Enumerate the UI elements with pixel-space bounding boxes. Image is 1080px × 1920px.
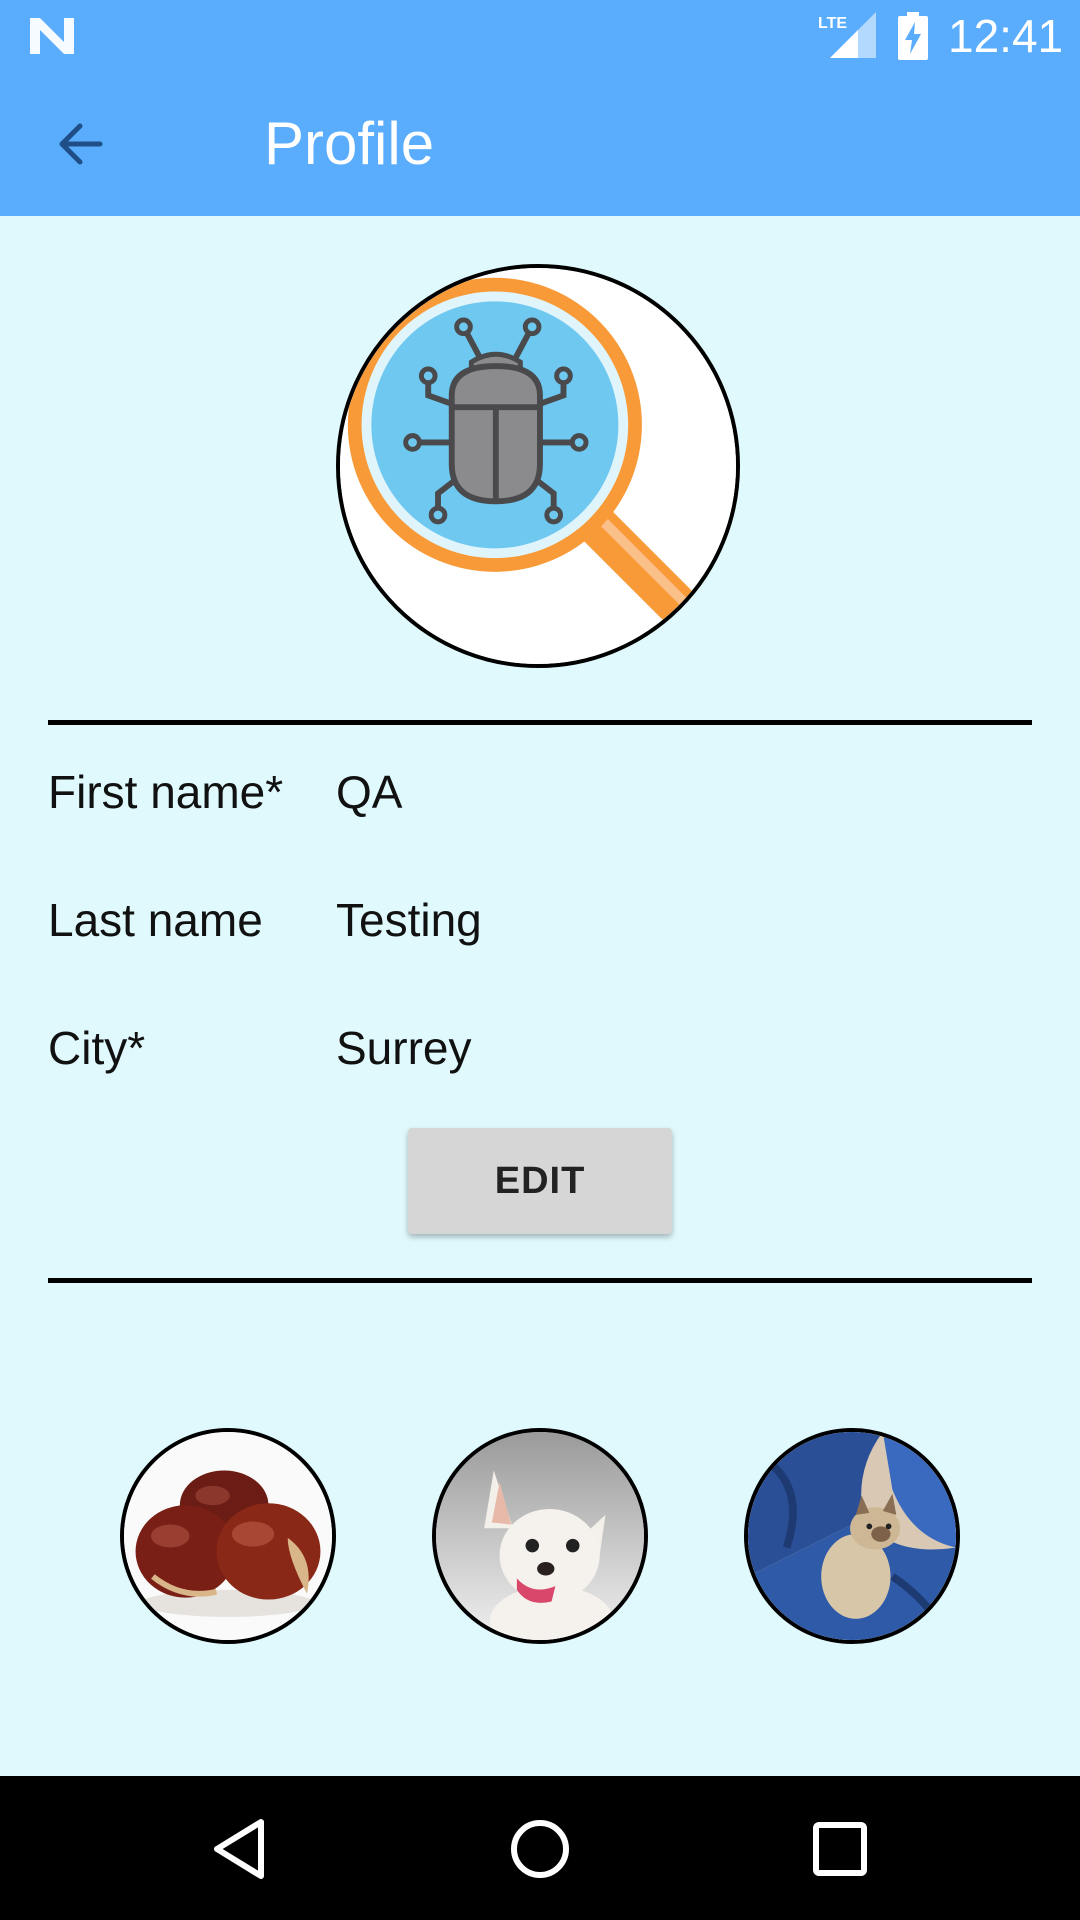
system-nav-bar	[0, 1776, 1080, 1920]
first-name-label: First name*	[48, 766, 284, 818]
status-bar: LTE 12:41	[0, 0, 1080, 72]
last-name-value: Testing	[336, 894, 482, 946]
app-bar: Profile	[0, 72, 1080, 216]
gallery-photo-cat[interactable]	[744, 1428, 960, 1644]
edit-button[interactable]: EDIT	[408, 1128, 672, 1234]
cat-image	[748, 1432, 956, 1640]
page-title: Profile	[264, 110, 435, 177]
nav-home-icon[interactable]	[505, 1814, 575, 1884]
status-time: 12:41	[948, 10, 1064, 62]
lte-signal-icon: LTE	[818, 12, 876, 58]
nav-recents-icon[interactable]	[805, 1814, 875, 1884]
first-name-value: QA	[336, 766, 403, 818]
gallery-photo-chihuahua[interactable]	[432, 1428, 648, 1644]
profile-avatar[interactable]	[336, 264, 740, 668]
back-arrow-icon[interactable]	[50, 114, 116, 174]
last-name-label: Last name	[48, 894, 263, 946]
battery-charging-icon	[898, 12, 928, 60]
chestnuts-image	[124, 1432, 332, 1640]
n-logo-icon	[30, 18, 74, 54]
nav-back-icon[interactable]	[205, 1814, 275, 1884]
city-label: City*	[48, 1022, 146, 1074]
gallery-photo-chestnuts[interactable]	[120, 1428, 336, 1644]
chihuahua-image	[436, 1432, 644, 1640]
bug-magnifier-icon	[340, 268, 736, 664]
top-divider	[48, 720, 1032, 725]
city-value: Surrey	[336, 1022, 472, 1074]
svg-text:LTE: LTE	[818, 15, 847, 32]
bottom-divider	[48, 1278, 1032, 1283]
